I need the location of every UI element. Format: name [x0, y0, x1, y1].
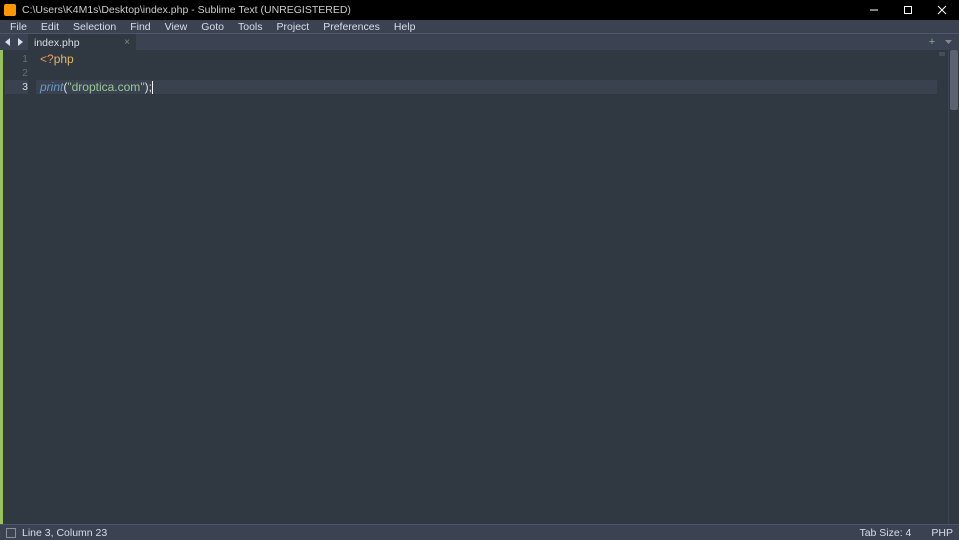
- editor-area[interactable]: 1 2 3 <?php print("droptica.com");: [0, 50, 959, 524]
- panel-toggle-icon[interactable]: [6, 528, 16, 538]
- tab-forward-button[interactable]: [14, 36, 26, 49]
- token-function: print: [40, 80, 63, 94]
- tab-back-button[interactable]: [2, 36, 14, 49]
- minimap-content: [939, 52, 945, 56]
- tab-menu-button[interactable]: [943, 40, 953, 44]
- close-button[interactable]: [925, 0, 959, 20]
- menu-help[interactable]: Help: [388, 20, 422, 34]
- window-title: C:\Users\K4M1s\Desktop\index.php - Subli…: [22, 4, 857, 16]
- window-controls: [857, 0, 959, 20]
- tab-spacer: [136, 34, 921, 50]
- menu-view[interactable]: View: [159, 20, 194, 34]
- menu-selection[interactable]: Selection: [67, 20, 122, 34]
- line-number: 2: [5, 66, 28, 80]
- minimap[interactable]: [937, 50, 949, 524]
- new-tab-button[interactable]: +: [927, 37, 937, 47]
- token-keyword: php: [54, 52, 74, 66]
- menu-preferences[interactable]: Preferences: [317, 20, 386, 34]
- line-number: 1: [5, 52, 28, 66]
- token-string: droptica.com: [72, 80, 141, 94]
- line-number-gutter: 1 2 3: [0, 50, 36, 524]
- token-open-tag: <?: [40, 52, 54, 66]
- tab-label: index.php: [34, 37, 80, 49]
- tab-index-php[interactable]: index.php ×: [28, 34, 136, 50]
- code-line-2[interactable]: [36, 66, 937, 80]
- status-line-column[interactable]: Line 3, Column 23: [22, 527, 107, 539]
- menu-project[interactable]: Project: [271, 20, 316, 34]
- status-tab-size[interactable]: Tab Size: 4: [859, 527, 911, 539]
- menu-file[interactable]: File: [4, 20, 33, 34]
- status-bar: Line 3, Column 23 Tab Size: 4 PHP: [0, 524, 959, 540]
- minimize-button[interactable]: [857, 0, 891, 20]
- title-bar: C:\Users\K4M1s\Desktop\index.php - Subli…: [0, 0, 959, 20]
- app-icon: [4, 4, 16, 16]
- code-line-1[interactable]: <?php: [36, 52, 937, 66]
- line-number: 3: [5, 80, 28, 94]
- menu-tools[interactable]: Tools: [232, 20, 269, 34]
- tab-right-controls: +: [921, 34, 959, 50]
- code-content[interactable]: <?php print("droptica.com");: [36, 50, 937, 524]
- maximize-button[interactable]: [891, 0, 925, 20]
- code-line-3[interactable]: print("droptica.com");: [36, 80, 937, 94]
- tab-close-icon[interactable]: ×: [124, 37, 130, 48]
- status-syntax[interactable]: PHP: [931, 527, 953, 539]
- menu-goto[interactable]: Goto: [195, 20, 230, 34]
- status-left: Line 3, Column 23: [6, 527, 107, 539]
- scrollbar-thumb[interactable]: [950, 50, 958, 110]
- tab-nav-arrows: [0, 34, 28, 50]
- menu-edit[interactable]: Edit: [35, 20, 65, 34]
- status-right: Tab Size: 4 PHP: [859, 527, 953, 539]
- text-cursor: [152, 81, 153, 94]
- menu-find[interactable]: Find: [124, 20, 156, 34]
- vertical-scrollbar[interactable]: [949, 50, 959, 524]
- menu-bar: File Edit Selection Find View Goto Tools…: [0, 20, 959, 33]
- tab-bar: index.php × +: [0, 33, 959, 50]
